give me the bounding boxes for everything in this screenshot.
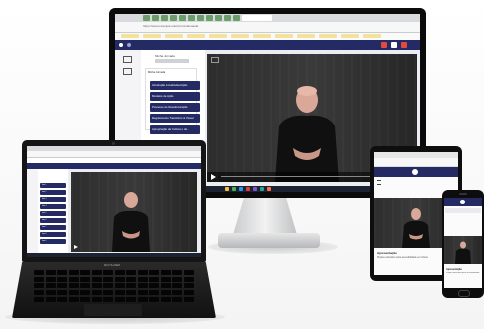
browser-tab[interactable] — [179, 15, 186, 21]
touchpad[interactable] — [84, 304, 142, 316]
monitor-stand — [232, 198, 298, 238]
play-icon[interactable] — [74, 245, 78, 249]
menu-item[interactable]: Item 8 — [40, 232, 66, 237]
menu-item[interactable]: Item 3 — [40, 197, 66, 202]
laptop: Item 1 Item 2 Item 3 Item 4 Item 5 Item … — [22, 140, 206, 262]
caption-title: Apresentação — [446, 268, 462, 271]
app-icon[interactable] — [260, 187, 264, 191]
bookmark[interactable] — [297, 34, 315, 38]
menu-item[interactable]: Item 2 — [40, 190, 66, 195]
bookmark[interactable] — [231, 34, 249, 38]
url-text: https://www.example.edu/curso/videoaula — [143, 24, 199, 28]
monitor-stand-base — [218, 233, 320, 248]
bookmark[interactable] — [275, 34, 293, 38]
browser-tab-strip — [115, 14, 420, 22]
bookmark[interactable] — [363, 34, 381, 38]
app-header — [115, 40, 420, 50]
active-browser-tab[interactable] — [242, 15, 272, 21]
presenter-figure — [455, 241, 471, 264]
caption-text: Projeto educativo para acessibilidade em… — [446, 272, 480, 274]
logo-icon — [460, 200, 465, 204]
phone-speaker — [459, 193, 467, 195]
browser-tab[interactable] — [152, 15, 159, 21]
user-avatar-icon[interactable] — [119, 43, 123, 47]
device-mockup-scene: https://www.example.edu/curso/videoaula — [0, 0, 484, 329]
menu-item[interactable]: Introdução à Audiodescrição — [150, 81, 200, 90]
app-header — [444, 198, 482, 206]
course-panel: Item 1 Item 2 Item 3 Item 4 Item 5 Item … — [38, 169, 68, 257]
bookmark[interactable] — [319, 34, 337, 38]
home-icon[interactable] — [127, 43, 131, 47]
module-list: Minha Jornada Introdução à Audiodescriçã… — [145, 68, 200, 134]
address-bar[interactable]: https://www.example.edu/curso/videoaula — [115, 22, 420, 33]
app-header — [374, 167, 458, 177]
app-icon[interactable] — [246, 187, 250, 191]
monitor-icon[interactable] — [123, 56, 132, 63]
hamburger-icon[interactable] — [377, 180, 381, 185]
browser-tab[interactable] — [224, 15, 231, 21]
bookmark[interactable] — [341, 34, 359, 38]
app-icon[interactable] — [239, 187, 243, 191]
content-icon[interactable] — [123, 68, 132, 75]
menu-item[interactable]: Item 1 — [40, 183, 66, 188]
menu-item[interactable]: Item 4 — [40, 204, 66, 209]
bookmark[interactable] — [143, 34, 161, 38]
phone-screen: Apresentação Projeto educativo para aces… — [444, 198, 482, 288]
bookmark[interactable] — [209, 34, 227, 38]
menu-item[interactable]: Processo de Reestruturação — [150, 103, 200, 112]
browser-tab[interactable] — [233, 15, 240, 21]
menu-item[interactable]: Modelos de Ação — [150, 92, 200, 101]
module-list-title: Minha Jornada — [148, 71, 166, 74]
menu-item[interactable]: Item 7 — [40, 225, 66, 230]
app-icon[interactable] — [253, 187, 257, 191]
browser-tab[interactable] — [161, 15, 168, 21]
os-taskbar — [27, 253, 201, 257]
panel-title: Minha Jornada — [155, 54, 175, 58]
left-icon-rail — [27, 169, 38, 257]
bookmark[interactable] — [121, 34, 139, 38]
close-icon[interactable] — [401, 42, 407, 48]
browser-tab[interactable] — [143, 15, 150, 21]
menu-item[interactable]: Item 5 — [40, 211, 66, 216]
bookmark[interactable] — [253, 34, 271, 38]
smartphone: Apresentação Projeto educativo para aces… — [442, 190, 484, 298]
presenter-figure — [112, 192, 150, 252]
progress-bar — [155, 59, 189, 63]
laptop-screen: Item 1 Item 2 Item 3 Item 4 Item 5 Item … — [27, 146, 201, 257]
browser-tab[interactable] — [188, 15, 195, 21]
video-player[interactable] — [71, 172, 197, 252]
bookmark[interactable] — [165, 34, 183, 38]
video-player[interactable] — [444, 236, 482, 264]
laptop-brand: MULTILASER — [104, 264, 121, 267]
menu-item[interactable]: Apropriação da Cultura e da... — [150, 125, 200, 134]
home-button[interactable] — [458, 290, 470, 297]
menu-item[interactable]: Item 6 — [40, 218, 66, 223]
logo-icon — [412, 169, 418, 175]
browser-tab[interactable] — [170, 15, 177, 21]
bookmark[interactable] — [187, 34, 205, 38]
folder-icon[interactable] — [225, 187, 229, 191]
browser-icon[interactable] — [232, 187, 236, 191]
menu-item[interactable]: Item 9 — [40, 239, 66, 244]
webcam — [112, 142, 115, 145]
address-bar[interactable] — [27, 151, 201, 158]
browser-tab[interactable] — [215, 15, 222, 21]
notification-icon[interactable] — [381, 42, 387, 48]
menu-icon[interactable] — [391, 42, 397, 48]
menu-item[interactable]: Regulamento Transitório & Visual — [150, 114, 200, 123]
seek-bar[interactable] — [221, 176, 371, 177]
caption-title: Apresentação — [377, 251, 397, 255]
browser-tab[interactable] — [197, 15, 204, 21]
app-icon[interactable] — [267, 187, 271, 191]
play-icon[interactable] — [211, 174, 216, 180]
browser-tab[interactable] — [206, 15, 213, 21]
keyboard[interactable] — [34, 270, 194, 302]
nav-row[interactable] — [445, 208, 481, 213]
address-bar[interactable] — [374, 158, 458, 167]
